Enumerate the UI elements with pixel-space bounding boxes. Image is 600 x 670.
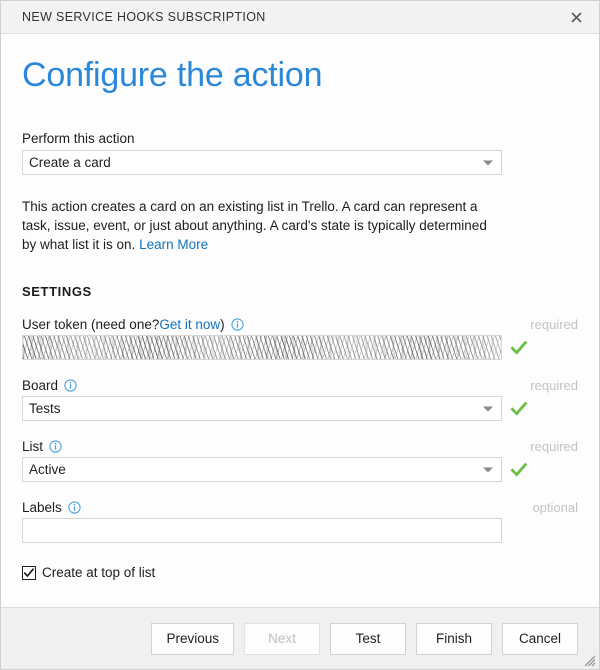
dialog-title: NEW SERVICE HOOKS SUBSCRIPTION xyxy=(22,10,266,24)
create-at-top-row: Create at top of list xyxy=(22,565,578,580)
list-value: Active xyxy=(29,462,66,478)
close-icon[interactable] xyxy=(563,5,589,29)
labels-label: Labels xyxy=(22,500,81,515)
perform-action-row: Create a card xyxy=(22,150,578,176)
perform-action-label: Perform this action xyxy=(22,131,135,147)
perform-action-select[interactable]: Create a card xyxy=(22,150,502,176)
user-token-requirement: required xyxy=(530,317,578,333)
user-token-label-suffix: ) xyxy=(220,317,225,333)
board-value: Tests xyxy=(29,401,61,417)
list-label: List xyxy=(22,439,62,454)
green-check-icon xyxy=(510,461,528,479)
board-label: Board xyxy=(22,378,77,393)
user-token-label: User token (need one? Get it now) xyxy=(22,317,244,332)
page-title: Configure the action xyxy=(22,56,323,94)
info-icon[interactable] xyxy=(230,318,244,331)
user-token-label-row: User token (need one? Get it now) requir… xyxy=(22,317,578,332)
board-label-text: Board xyxy=(22,378,59,394)
labels-input[interactable] xyxy=(22,518,502,544)
get-it-now-link[interactable]: Get it now xyxy=(159,317,220,332)
action-description-text: This action creates a card on an existin… xyxy=(22,199,487,253)
perform-action-value: Create a card xyxy=(29,155,111,171)
list-label-row: List required xyxy=(22,439,578,454)
test-button[interactable]: Test xyxy=(330,622,406,655)
green-check-icon xyxy=(510,339,528,357)
list-label-text: List xyxy=(22,439,44,455)
board-row: Tests xyxy=(22,396,578,422)
next-button: Next xyxy=(244,622,320,655)
dialog-footer: Previous Next Test Finish Cancel xyxy=(1,607,599,669)
user-token-label-prefix: User token (need one? xyxy=(22,317,160,333)
dialog-body: Configure the action Perform this action… xyxy=(1,34,599,607)
chevron-down-icon xyxy=(483,160,493,166)
chevron-down-icon xyxy=(483,406,493,412)
labels-label-text: Labels xyxy=(22,500,62,516)
list-select[interactable]: Active xyxy=(22,457,502,483)
create-at-top-label[interactable]: Create at top of list xyxy=(42,565,155,580)
board-requirement: required xyxy=(530,378,578,394)
info-icon[interactable] xyxy=(49,440,62,453)
board-select[interactable]: Tests xyxy=(22,396,502,422)
green-check-icon xyxy=(510,400,528,418)
info-icon[interactable] xyxy=(64,379,77,392)
action-description: This action creates a card on an existin… xyxy=(22,197,504,254)
list-requirement: required xyxy=(530,439,578,455)
user-token-row xyxy=(22,335,578,361)
learn-more-link[interactable]: Learn More xyxy=(139,237,208,252)
labels-label-row: Labels optional xyxy=(22,500,578,515)
finish-button[interactable]: Finish xyxy=(416,622,492,655)
cancel-button[interactable]: Cancel xyxy=(502,622,578,655)
labels-row xyxy=(22,518,578,544)
list-row: Active xyxy=(22,457,578,483)
info-icon[interactable] xyxy=(68,501,81,514)
settings-heading: SETTINGS xyxy=(22,284,92,300)
board-label-row: Board required xyxy=(22,378,578,393)
new-service-hooks-subscription-dialog: NEW SERVICE HOOKS SUBSCRIPTION Configure… xyxy=(0,0,600,670)
previous-button[interactable]: Previous xyxy=(151,622,234,655)
user-token-input[interactable] xyxy=(22,335,502,361)
chevron-down-icon xyxy=(483,467,493,473)
create-at-top-checkbox[interactable] xyxy=(22,565,36,580)
resize-grip-icon[interactable] xyxy=(582,653,596,667)
dialog-titlebar: NEW SERVICE HOOKS SUBSCRIPTION xyxy=(1,1,599,34)
labels-requirement: optional xyxy=(532,500,578,516)
